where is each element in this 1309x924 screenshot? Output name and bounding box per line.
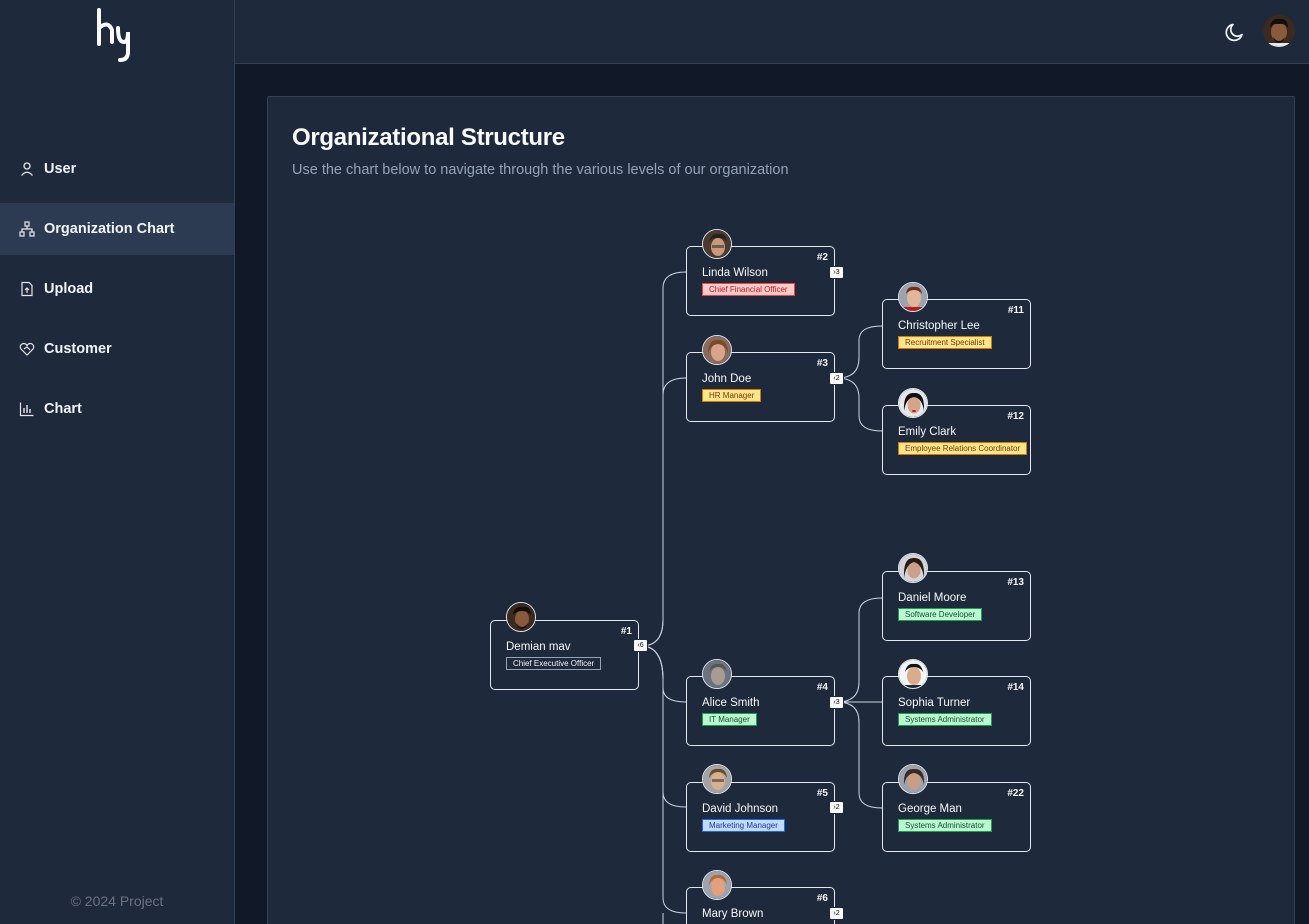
node-id: #4 (816, 682, 828, 693)
node-role-badge: HR Manager (702, 389, 762, 402)
avatar (702, 764, 732, 794)
node-id: #12 (1007, 411, 1024, 422)
node-name: Sophia Turner (898, 697, 971, 709)
collapse-toggle[interactable]: ‹6 (633, 639, 648, 652)
toggle-count: 6 (639, 642, 644, 649)
node-name: Christopher Lee (898, 320, 980, 332)
toggle-count: 3 (835, 269, 840, 276)
node-role-badge: IT Manager (702, 713, 757, 726)
node-name: Mary Brown (702, 908, 764, 920)
avatar (702, 229, 732, 259)
avatar (702, 870, 732, 900)
toggle-count: 2 (835, 910, 840, 917)
org-node-demian-mav[interactable]: #1 Demian mav Chief Executive Officer (490, 620, 639, 690)
avatar (702, 659, 732, 689)
node-name: Linda Wilson (702, 267, 768, 279)
node-name: Daniel Moore (898, 592, 967, 604)
collapse-toggle[interactable]: ‹2 (829, 372, 844, 385)
node-name: Emily Clark (898, 426, 957, 438)
node-id: #6 (816, 893, 828, 904)
node-name: Demian mav (506, 641, 571, 653)
org-chart-links (640, 271, 883, 924)
avatar (506, 602, 536, 632)
node-id: #22 (1007, 788, 1024, 799)
node-id: #14 (1007, 682, 1024, 693)
toggle-count: 2 (835, 375, 840, 382)
toggle-count: 2 (835, 804, 840, 811)
node-id: #3 (816, 358, 828, 369)
avatar (898, 659, 928, 689)
node-role-badge: Recruitment Specialist (898, 336, 992, 349)
node-id: #1 (620, 626, 632, 637)
avatar (702, 335, 732, 365)
avatar (898, 553, 928, 583)
collapse-toggle[interactable]: ‹3 (829, 696, 844, 709)
node-id: #13 (1007, 577, 1024, 588)
expand-toggle[interactable]: ›2 (829, 907, 844, 920)
node-role-badge: Marketing Manager (702, 819, 785, 832)
expand-toggle[interactable]: ›3 (829, 266, 844, 279)
node-role-badge: Chief Financial Officer (702, 283, 795, 296)
node-role-badge: Systems Administrator (898, 713, 992, 726)
org-chart[interactable]: #1 Demian mav Chief Executive Officer ‹6… (0, 0, 1309, 924)
avatar (898, 388, 928, 418)
org-node-david-johnson[interactable]: #5 David Johnson Marketing Manager (686, 782, 835, 852)
node-role-badge: Software Developer (898, 608, 983, 621)
node-id: #2 (816, 252, 828, 263)
node-name: Alice Smith (702, 697, 760, 709)
node-role-badge: Employee Relations Coordinator (898, 442, 1028, 455)
avatar (898, 764, 928, 794)
node-name: George Man (898, 803, 962, 815)
node-role-badge: Chief Executive Officer (506, 657, 602, 670)
node-role-badge: Systems Administrator (898, 819, 992, 832)
node-id: #11 (1007, 305, 1024, 316)
org-node-daniel-moore[interactable]: #13 Daniel Moore Software Developer (882, 571, 1031, 641)
toggle-count: 3 (835, 699, 840, 706)
node-name: John Doe (702, 373, 752, 385)
avatar (898, 282, 928, 312)
org-node-george-man[interactable]: #22 George Man Systems Administrator (882, 782, 1031, 852)
node-id: #5 (816, 788, 828, 799)
node-name: David Johnson (702, 803, 779, 815)
expand-toggle[interactable]: ›2 (829, 801, 844, 814)
